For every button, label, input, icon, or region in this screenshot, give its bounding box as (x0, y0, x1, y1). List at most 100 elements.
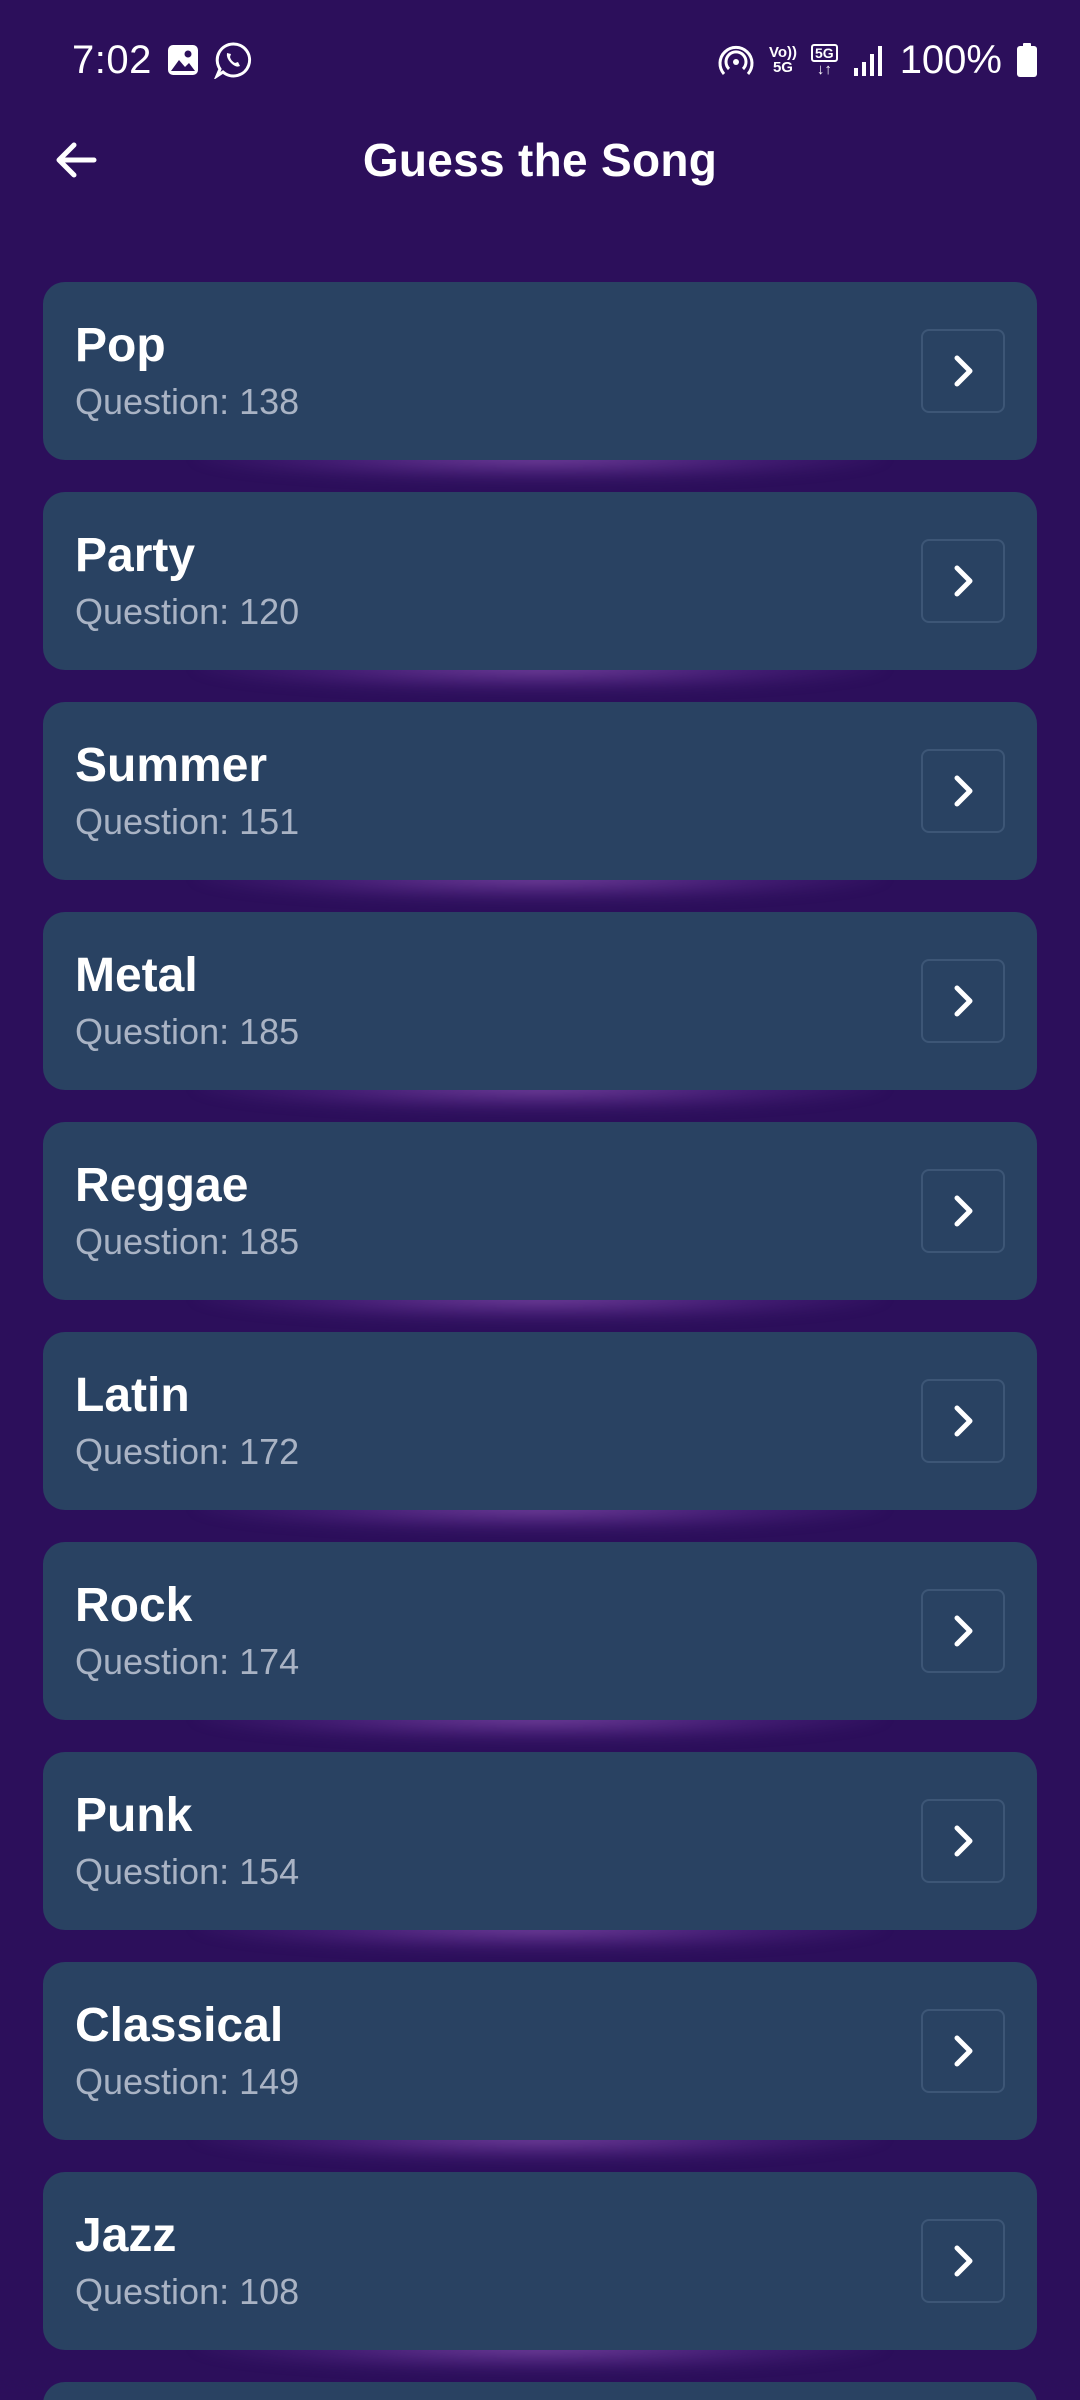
open-category-button[interactable] (921, 1589, 1005, 1673)
category-item-reggae: Reggae Question185 (43, 1122, 1037, 1332)
card-text: Metal Question185 (75, 948, 299, 1054)
card-text: Classical Question149 (75, 1998, 299, 2104)
question-count-value: 172 (239, 1431, 300, 1472)
category-card[interactable]: Summer Question151 (43, 702, 1037, 880)
back-button[interactable] (40, 124, 112, 196)
card-text: Latin Question172 (75, 1368, 299, 1474)
app-bar: Guess the Song (0, 120, 1080, 200)
question-count: Question149 (75, 2060, 299, 2104)
open-category-button[interactable] (921, 1379, 1005, 1463)
chevron-right-icon (954, 565, 973, 597)
battery-icon (1016, 42, 1038, 78)
category-card[interactable]: Jazz Question108 (43, 2172, 1037, 2350)
card-text: Reggae Question185 (75, 1158, 299, 1264)
question-count-value: 174 (239, 1641, 300, 1682)
category-card[interactable]: Rock Question174 (43, 1542, 1037, 1720)
battery-percent: 100% (899, 37, 1002, 82)
category-item-classical: Classical Question149 (43, 1962, 1037, 2172)
net-arrows-text: ↓↑ (816, 60, 832, 78)
volte-icon: Vo)) 5G (769, 45, 797, 75)
category-item-summer: Summer Question151 (43, 702, 1037, 912)
chevron-right-icon (954, 985, 973, 1017)
question-count: Question120 (75, 590, 299, 634)
question-label: Question (75, 1641, 239, 1682)
question-label: Question (75, 2271, 239, 2312)
category-card[interactable]: Classical Question149 (43, 1962, 1037, 2140)
hotspot-icon (717, 41, 755, 79)
open-category-button[interactable] (921, 959, 1005, 1043)
status-left: 7:02 (72, 38, 252, 83)
category-item-punk: Punk Question154 (43, 1752, 1037, 1962)
chevron-right-icon (954, 2035, 973, 2067)
category-item-metal: Metal Question185 (43, 912, 1037, 1122)
chevron-right-icon (954, 1195, 973, 1227)
category-name: Metal (75, 949, 198, 1002)
category-card[interactable]: Punk Question154 (43, 1752, 1037, 1930)
gallery-icon (166, 43, 200, 77)
card-text: Rock Question174 (75, 1578, 299, 1684)
category-card[interactable]: Reggae Question185 (43, 1122, 1037, 1300)
question-label: Question (75, 1431, 239, 1472)
open-category-button[interactable] (921, 749, 1005, 833)
category-name: Rock (75, 1579, 193, 1632)
chevron-right-icon (954, 1825, 973, 1857)
category-card[interactable]: Party Question120 (43, 492, 1037, 670)
category-name: Punk (75, 1789, 193, 1842)
open-category-button[interactable] (921, 1799, 1005, 1883)
back-arrow-icon (56, 142, 97, 178)
category-card-partial[interactable] (43, 2382, 1037, 2400)
open-category-button[interactable] (921, 329, 1005, 413)
category-item-jazz: Jazz Question108 (43, 2172, 1037, 2382)
category-card[interactable]: Pop Question138 (43, 282, 1037, 460)
category-item-latin: Latin Question172 (43, 1332, 1037, 1542)
question-count: Question138 (75, 380, 299, 424)
category-card[interactable]: Metal Question185 (43, 912, 1037, 1090)
net-type-text: 5G (811, 43, 838, 62)
question-count: Question172 (75, 1430, 299, 1474)
question-count: Question174 (75, 1640, 299, 1684)
open-category-button[interactable] (921, 539, 1005, 623)
question-count: Question154 (75, 1850, 299, 1894)
card-text: Punk Question154 (75, 1788, 299, 1894)
question-count-value: 151 (239, 801, 300, 842)
category-cards: Pop Question138 Party Question120 (43, 282, 1037, 2382)
volte-top-text: Vo)) (768, 44, 797, 61)
question-label: Question (75, 591, 239, 632)
category-item-pop: Pop Question138 (43, 282, 1037, 492)
category-name: Pop (75, 319, 166, 372)
question-count: Question185 (75, 1220, 299, 1264)
question-count-value: 185 (239, 1011, 300, 1052)
status-bar: 7:02 Vo)) 5G 5G ↓↑ 100% (0, 0, 1080, 120)
category-card[interactable]: Latin Question172 (43, 1332, 1037, 1510)
question-count: Question151 (75, 800, 299, 844)
question-count: Question108 (75, 2270, 299, 2314)
question-count-value: 185 (239, 1221, 300, 1262)
category-name: Classical (75, 1999, 284, 2052)
open-category-button[interactable] (921, 2009, 1005, 2093)
status-right: Vo)) 5G 5G ↓↑ 100% (717, 38, 1038, 83)
open-category-button[interactable] (921, 1169, 1005, 1253)
open-category-button[interactable] (921, 2219, 1005, 2303)
category-name: Jazz (75, 2209, 177, 2262)
card-text: Party Question120 (75, 528, 299, 634)
question-count-value: 108 (239, 2271, 300, 2312)
question-label: Question (75, 2061, 239, 2102)
question-count-value: 120 (239, 591, 300, 632)
card-text: Jazz Question108 (75, 2208, 299, 2314)
question-label: Question (75, 381, 239, 422)
category-name: Party (75, 529, 196, 582)
question-label: Question (75, 1011, 239, 1052)
card-text: Pop Question138 (75, 318, 299, 424)
chevron-right-icon (954, 1405, 973, 1437)
question-count: Question185 (75, 1010, 299, 1054)
whatsapp-icon (213, 41, 252, 79)
network-5g-icon: 5G ↓↑ (811, 43, 838, 78)
category-list: Pop Question138 Party Question120 (43, 282, 1037, 2400)
screen: 7:02 Vo)) 5G 5G ↓↑ 100% Guess the Song P… (0, 0, 1080, 2400)
volte-bottom-text: 5G (772, 59, 793, 76)
card-text: Summer Question151 (75, 738, 299, 844)
page-title: Guess the Song (362, 134, 718, 186)
question-label: Question (75, 801, 239, 842)
chevron-right-icon (954, 2245, 973, 2277)
question-count-value: 154 (239, 1851, 300, 1892)
